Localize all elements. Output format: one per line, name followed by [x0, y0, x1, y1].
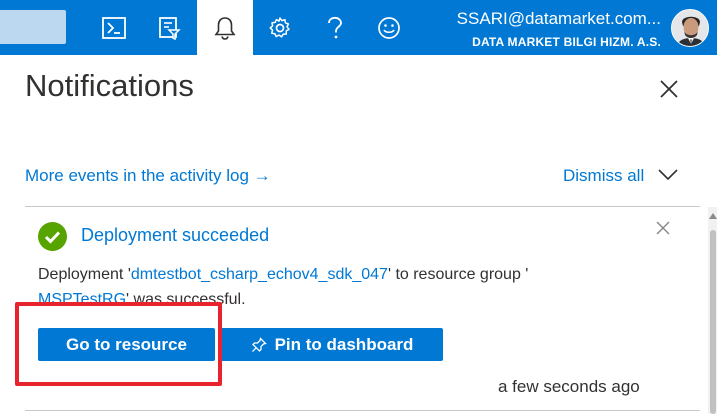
expand-button[interactable] — [657, 168, 679, 182]
gear-icon — [269, 16, 290, 38]
deployment-link[interactable]: dmtestbot_csharp_echov4_sdk_047 — [131, 266, 388, 283]
success-check-icon — [38, 222, 67, 251]
directory-filter-icon — [159, 16, 181, 40]
pin-to-dashboard-button[interactable]: Pin to dashboard — [221, 328, 443, 361]
account-email: SSARI@datamarket.com... — [456, 9, 661, 28]
highlight-annotation — [15, 302, 222, 386]
top-bar: SSARI@datamarket.com... DATA MARKET BILG… — [0, 0, 717, 55]
cloud-shell-button[interactable] — [86, 0, 142, 55]
feedback-button[interactable] — [361, 0, 417, 55]
dismiss-all-button[interactable]: Dismiss all — [563, 166, 644, 186]
chevron-down-icon — [658, 169, 678, 181]
notification-timestamp: a few seconds ago — [498, 377, 640, 396]
message-prefix: Deployment ' — [38, 266, 131, 283]
account-organization: DATA MARKET BILGI HIZM. A.S. — [472, 35, 661, 49]
account-menu[interactable]: SSARI@datamarket.com... DATA MARKET BILG… — [457, 8, 661, 50]
divider — [25, 206, 700, 207]
message-middle: ' to resource group ' — [387, 266, 529, 283]
pin-to-dashboard-label: Pin to dashboard — [274, 334, 414, 354]
notifications-button[interactable] — [197, 0, 253, 55]
directory-filter-button[interactable] — [141, 0, 197, 55]
close-panel-button[interactable] — [658, 78, 680, 100]
help-button[interactable] — [307, 0, 363, 55]
scrollbar-thumb[interactable] — [710, 230, 716, 414]
help-icon — [328, 16, 342, 38]
activity-log-link[interactable]: More events in the activity log → — [25, 166, 271, 186]
user-photo-icon — [672, 10, 708, 46]
cloud-shell-icon — [102, 16, 126, 39]
divider — [25, 410, 700, 411]
notification-title[interactable]: Deployment succeeded — [81, 225, 269, 246]
settings-button[interactable] — [252, 0, 308, 55]
bell-icon — [214, 16, 236, 40]
scroll-up-arrow-icon[interactable] — [709, 213, 717, 219]
avatar[interactable] — [671, 9, 709, 47]
dismiss-notification-button[interactable] — [655, 220, 671, 236]
close-icon — [656, 221, 670, 235]
search-input[interactable] — [0, 10, 66, 44]
page-title: Notifications — [25, 68, 194, 103]
feedback-smiley-icon — [378, 16, 400, 39]
close-icon — [660, 80, 678, 98]
pin-icon — [251, 336, 267, 353]
